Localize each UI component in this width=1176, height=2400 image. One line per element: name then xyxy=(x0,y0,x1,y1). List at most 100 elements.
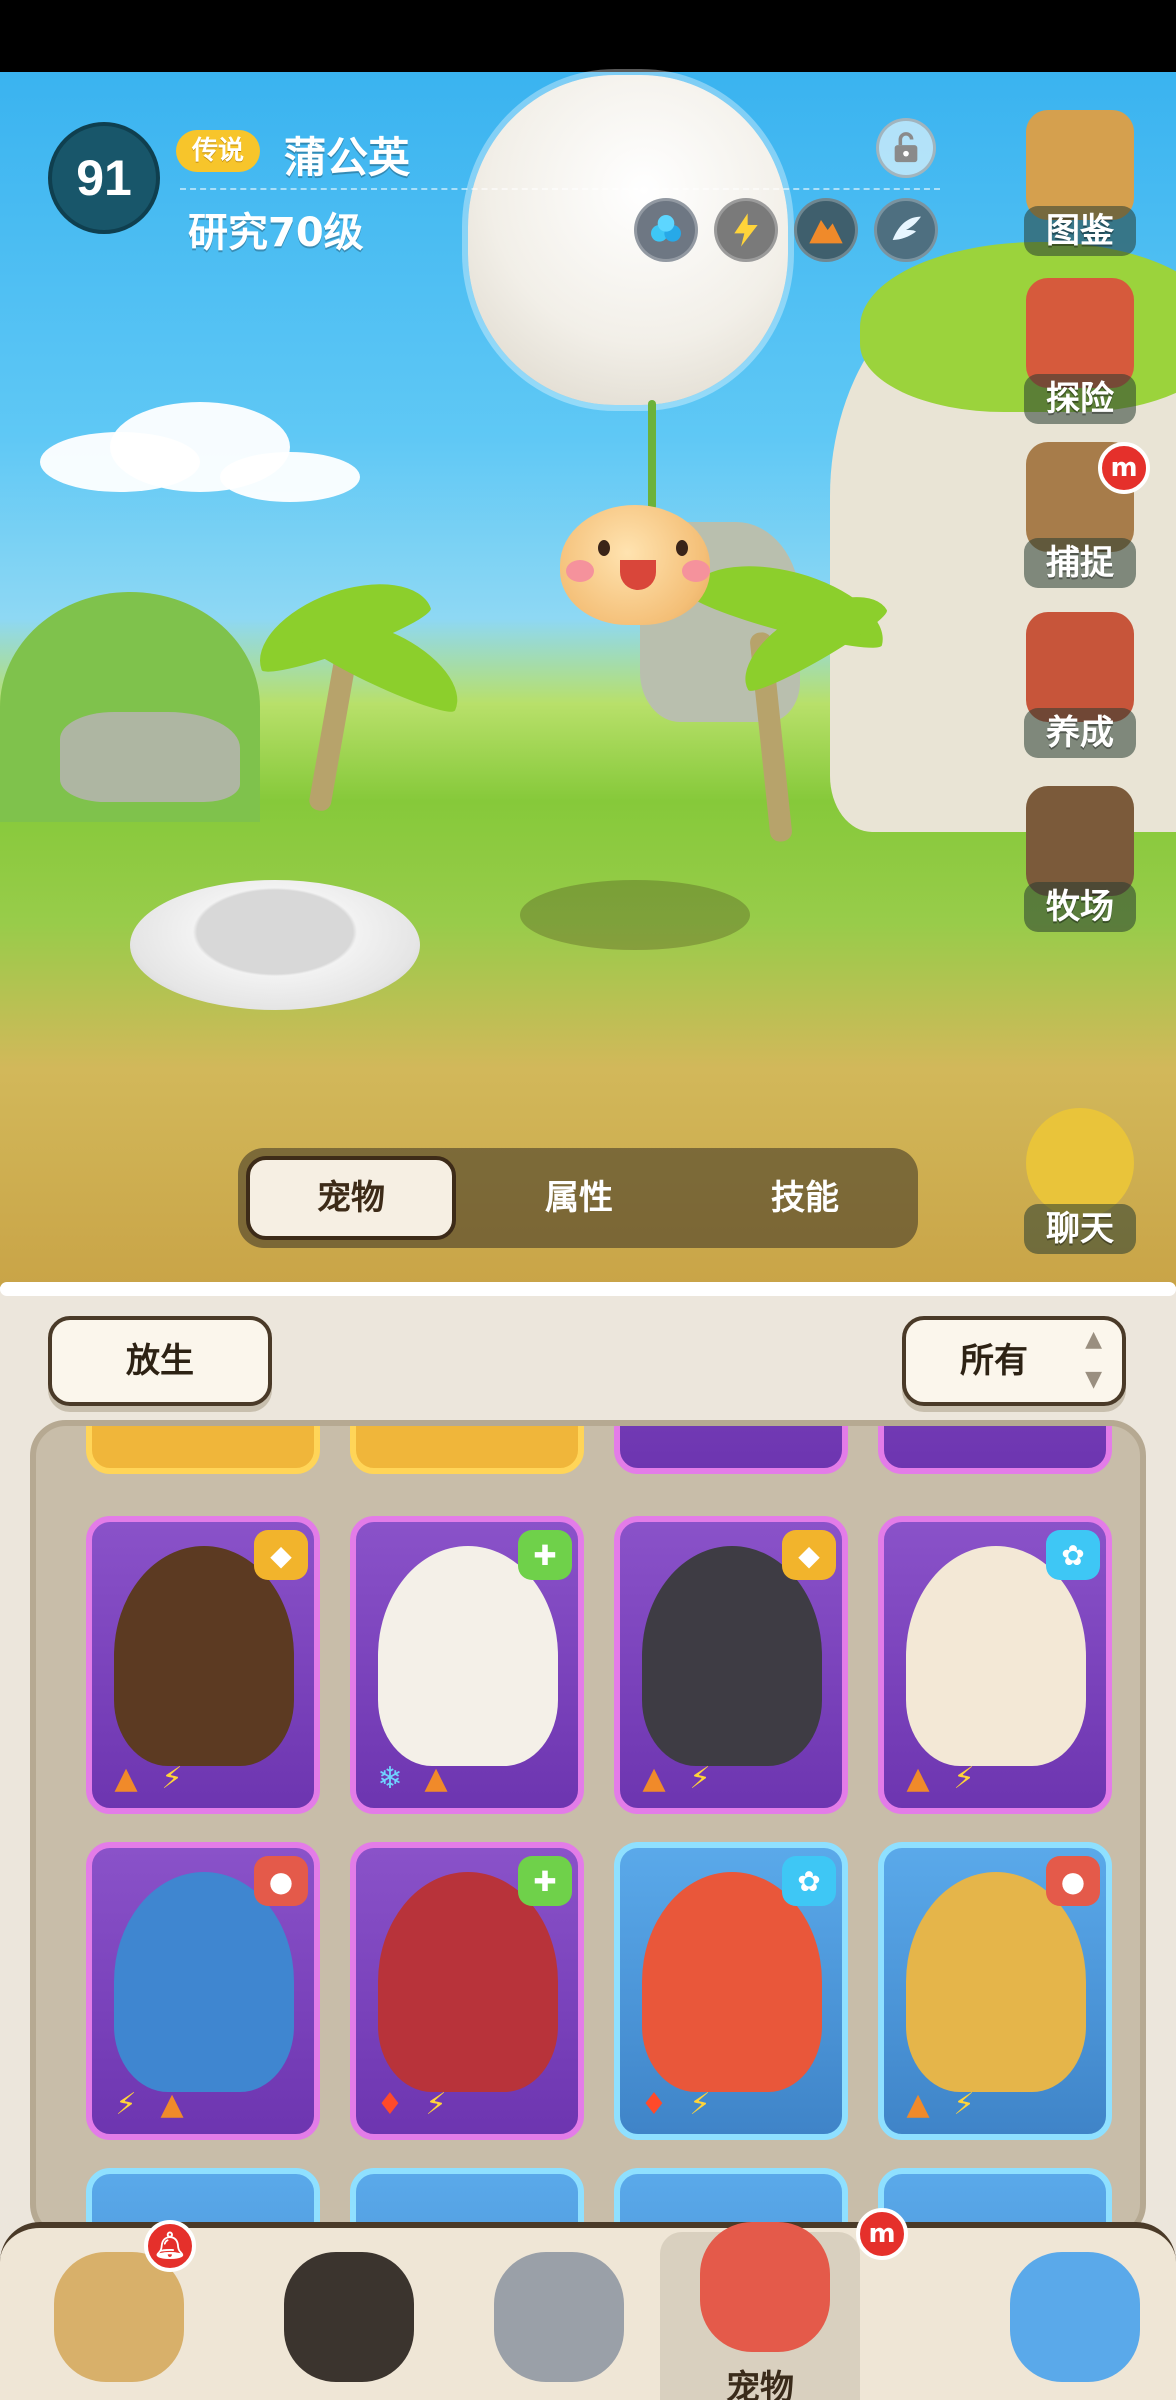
earth-trait-icon: ▲ xyxy=(160,2086,184,2122)
pet-card[interactable] xyxy=(878,1426,1112,1474)
side-menu-training[interactable]: 养成 xyxy=(1018,612,1142,762)
fire-type-icon: ● xyxy=(254,1856,308,1906)
status-bar xyxy=(0,0,1176,72)
nav-pet[interactable]: m 宠物 xyxy=(660,2208,908,2400)
pet-card[interactable]: ✚ ♦ ⚡ xyxy=(350,1842,584,2140)
tab-bar: 宠物 属性 技能 xyxy=(238,1148,918,1248)
earth-trait-icon: ▲ xyxy=(642,1760,666,1796)
pet-card[interactable] xyxy=(614,1426,848,1474)
unlock-icon xyxy=(894,132,918,163)
fire-trait-icon: ♦ xyxy=(640,2086,668,2122)
side-menu-adventure[interactable]: 探险 xyxy=(1018,278,1142,428)
ranch-icon xyxy=(1026,786,1134,896)
earth-trait-icon: ▲ xyxy=(906,2086,930,2122)
healing-type-icon: ✚ xyxy=(518,1530,572,1580)
fire-trait-icon: ♦ xyxy=(376,2086,404,2122)
healing-type-icon: ✚ xyxy=(518,1856,572,1906)
pet-card[interactable]: ◆ ▲ ⚡ xyxy=(86,1516,320,1814)
pet-eye xyxy=(676,540,688,556)
lightning-trait-icon: ⚡ xyxy=(115,2086,137,2122)
pet-card[interactable]: ✿ ♦ ⚡ xyxy=(614,1842,848,2140)
tab-pet[interactable]: 宠物 xyxy=(246,1156,456,1240)
nav-character[interactable] xyxy=(244,2232,444,2400)
wing-glyph xyxy=(892,216,921,240)
earth-icon[interactable] xyxy=(794,198,858,262)
lightning-trait-icon: ⚡ xyxy=(689,2086,711,2122)
pet-cheek xyxy=(682,560,710,582)
pet-card[interactable]: ● ▲ ⚡ xyxy=(878,1842,1112,2140)
tab-skills[interactable]: 技能 xyxy=(700,1156,910,1240)
pet-eye xyxy=(598,540,610,556)
side-menu-label: 牧场 xyxy=(1024,882,1136,932)
lightning-trait-icon: ⚡ xyxy=(425,2086,447,2122)
dandelion-stem xyxy=(648,400,656,510)
lock-button[interactable] xyxy=(876,118,936,178)
divider xyxy=(180,188,940,190)
rarity-badge: 传说 xyxy=(176,130,261,172)
cloud xyxy=(220,452,360,502)
alert-badge: m xyxy=(1098,442,1150,494)
lightning-trait-icon: ⚡ xyxy=(689,1760,711,1796)
nav-equipment[interactable] xyxy=(454,2232,654,2400)
lightning-trait-icon: ⚡ xyxy=(161,1760,183,1796)
wing-icon[interactable] xyxy=(874,198,938,262)
earth-trait-icon: ▲ xyxy=(906,1760,930,1796)
lightning-trait-icon: ⚡ xyxy=(953,2086,975,2122)
sand-type-icon: ◆ xyxy=(782,1530,836,1580)
wind-type-icon: ✿ xyxy=(782,1856,836,1906)
wind-type-icon: ✿ xyxy=(1046,1530,1100,1580)
chat-label: 聊天 xyxy=(1024,1204,1136,1254)
alert-badge: m xyxy=(856,2208,908,2260)
side-menu-capture[interactable]: 捕捉 m xyxy=(1018,442,1150,592)
side-menu-label: 养成 xyxy=(1024,708,1136,758)
tab-attributes[interactable]: 属性 xyxy=(474,1156,684,1240)
ice-trait-icon: ❄ xyxy=(377,1760,403,1796)
filter-value: 所有 xyxy=(960,1341,1028,1381)
side-menu-label: 探险 xyxy=(1024,374,1136,424)
side-menu-codex[interactable]: 图鉴 xyxy=(1018,110,1142,260)
earth-trait-icon: ▲ xyxy=(424,1760,448,1796)
training-icon xyxy=(1026,612,1134,722)
sand-type-icon: ◆ xyxy=(254,1530,308,1580)
earth-glyph xyxy=(809,220,843,244)
wind-icon[interactable] xyxy=(634,198,698,262)
pet-icon xyxy=(700,2222,830,2352)
pet-card[interactable]: ✿ ▲ ⚡ xyxy=(878,1516,1112,1814)
portal-icon xyxy=(1010,2252,1140,2382)
nav-portal[interactable] xyxy=(970,2232,1170,2400)
filter-select[interactable]: 所有 ▲ ▼ xyxy=(902,1316,1126,1406)
side-menu-label: 图鉴 xyxy=(1024,206,1136,256)
pet-grid[interactable]: ◆ ▲ ⚡ ✚ ❄ ▲ ◆ ▲ ⚡ ✿ ▲ ⚡ ● ⚡ ▲ ✚ ♦ ⚡ ✿ ♦ ⚡ ● ▲ ⚡ xyxy=(30,1420,1146,2240)
pet-shadow xyxy=(520,880,750,950)
notification-bell-icon: 🔔︎ xyxy=(144,2220,196,2272)
sort-arrows-icon: ▲ ▼ xyxy=(1085,1327,1102,1392)
pet-cheek xyxy=(566,560,594,582)
nav-tribe[interactable]: 🔔︎ xyxy=(14,2220,214,2400)
stone-bowl xyxy=(130,880,420,1010)
chat-icon xyxy=(1026,1108,1134,1218)
pet-card[interactable]: ◆ ▲ ⚡ xyxy=(614,1516,848,1814)
side-menu-ranch[interactable]: 牧场 xyxy=(1018,786,1142,936)
earth-trait-icon: ▲ xyxy=(114,1760,138,1796)
lightning-glyph xyxy=(734,213,758,247)
equipment-icon xyxy=(494,2252,624,2382)
rock xyxy=(60,712,240,802)
pet-card[interactable]: ● ⚡ ▲ xyxy=(86,1842,320,2140)
codex-icon xyxy=(1026,110,1134,220)
release-button[interactable]: 放生 xyxy=(48,1316,272,1406)
fire-type-icon: ● xyxy=(1046,1856,1100,1906)
chat-button[interactable]: 聊天 xyxy=(1018,1108,1142,1258)
lightning-trait-icon: ⚡ xyxy=(953,1760,975,1796)
pet-card[interactable] xyxy=(350,1426,584,1474)
nav-label: 宠物 xyxy=(726,2368,794,2400)
pet-card[interactable]: ✚ ❄ ▲ xyxy=(350,1516,584,1814)
wind-glyph xyxy=(651,215,681,242)
character-icon xyxy=(284,2252,414,2382)
adventure-icon xyxy=(1026,278,1134,388)
research-level: 研究70级 xyxy=(188,210,364,256)
pet-name: 蒲公英 xyxy=(284,133,411,182)
panel-edge xyxy=(0,1282,1176,1296)
pet-card[interactable] xyxy=(86,1426,320,1474)
side-menu-label: 捕捉 xyxy=(1024,538,1136,588)
lightning-icon[interactable] xyxy=(714,198,778,262)
